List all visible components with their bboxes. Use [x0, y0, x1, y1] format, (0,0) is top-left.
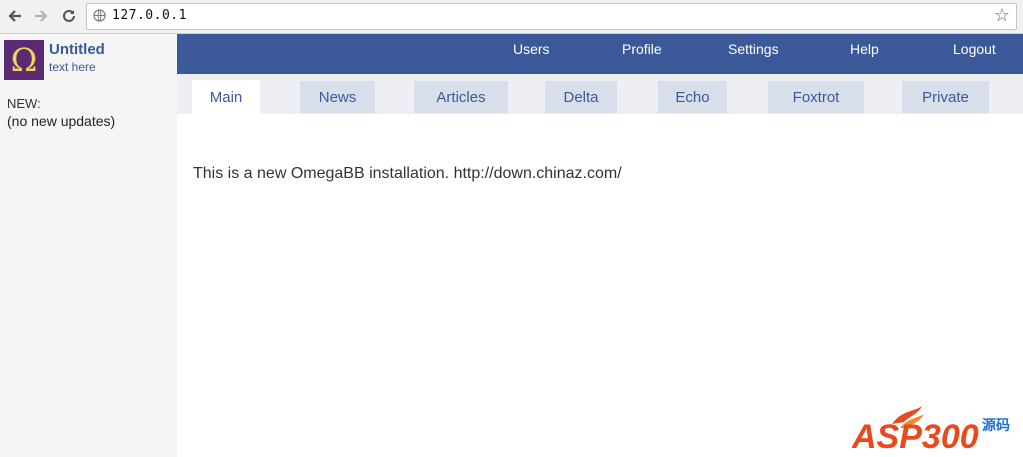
arrow-right-icon[interactable] [30, 5, 52, 27]
tab-news[interactable]: News [300, 81, 375, 113]
reload-icon[interactable] [58, 5, 80, 27]
site-title[interactable]: Untitled [49, 41, 105, 58]
watermark-text: ASP300 [852, 418, 979, 454]
install-message: This is a new OmegaBB installation. http… [193, 165, 622, 182]
left-sidebar: Ω Untitled text here NEW: (no new update… [0, 34, 177, 457]
browser-toolbar: 127.0.0.1 ☆ [0, 0, 1023, 34]
watermark-suffix: 源码 [982, 417, 1010, 434]
tab-delta[interactable]: Delta [545, 81, 617, 113]
nav-settings-link[interactable]: Settings [728, 41, 779, 57]
arrow-left-icon[interactable] [4, 5, 26, 27]
tab-main[interactable]: Main [192, 80, 260, 114]
site-subtitle: text here [49, 60, 96, 74]
globe-icon [93, 9, 106, 22]
tab-foxtrot[interactable]: Foxtrot [768, 81, 864, 113]
star-icon[interactable]: ☆ [994, 5, 1010, 26]
nav-help-link[interactable]: Help [850, 41, 879, 57]
tab-articles[interactable]: Articles [414, 81, 508, 113]
updates-text: (no new updates) [7, 113, 116, 129]
nav-users-link[interactable]: Users [513, 41, 550, 57]
omega-logo[interactable]: Ω [4, 40, 44, 80]
top-nav-bar: Users Profile Settings Help Logout [177, 34, 1023, 74]
tab-private[interactable]: Private [902, 81, 989, 113]
tab-echo[interactable]: Echo [658, 81, 727, 113]
nav-profile-link[interactable]: Profile [622, 41, 662, 57]
tab-strip: Main News Articles Delta Echo Foxtrot Pr… [177, 74, 1023, 114]
url-text[interactable]: 127.0.0.1 [112, 8, 187, 23]
nav-logout-link[interactable]: Logout [953, 41, 996, 57]
updates-label: NEW: [7, 96, 41, 111]
asp300-watermark-logo: ASP300 源码 [852, 406, 1010, 454]
address-bar[interactable]: 127.0.0.1 ☆ [86, 3, 1017, 30]
